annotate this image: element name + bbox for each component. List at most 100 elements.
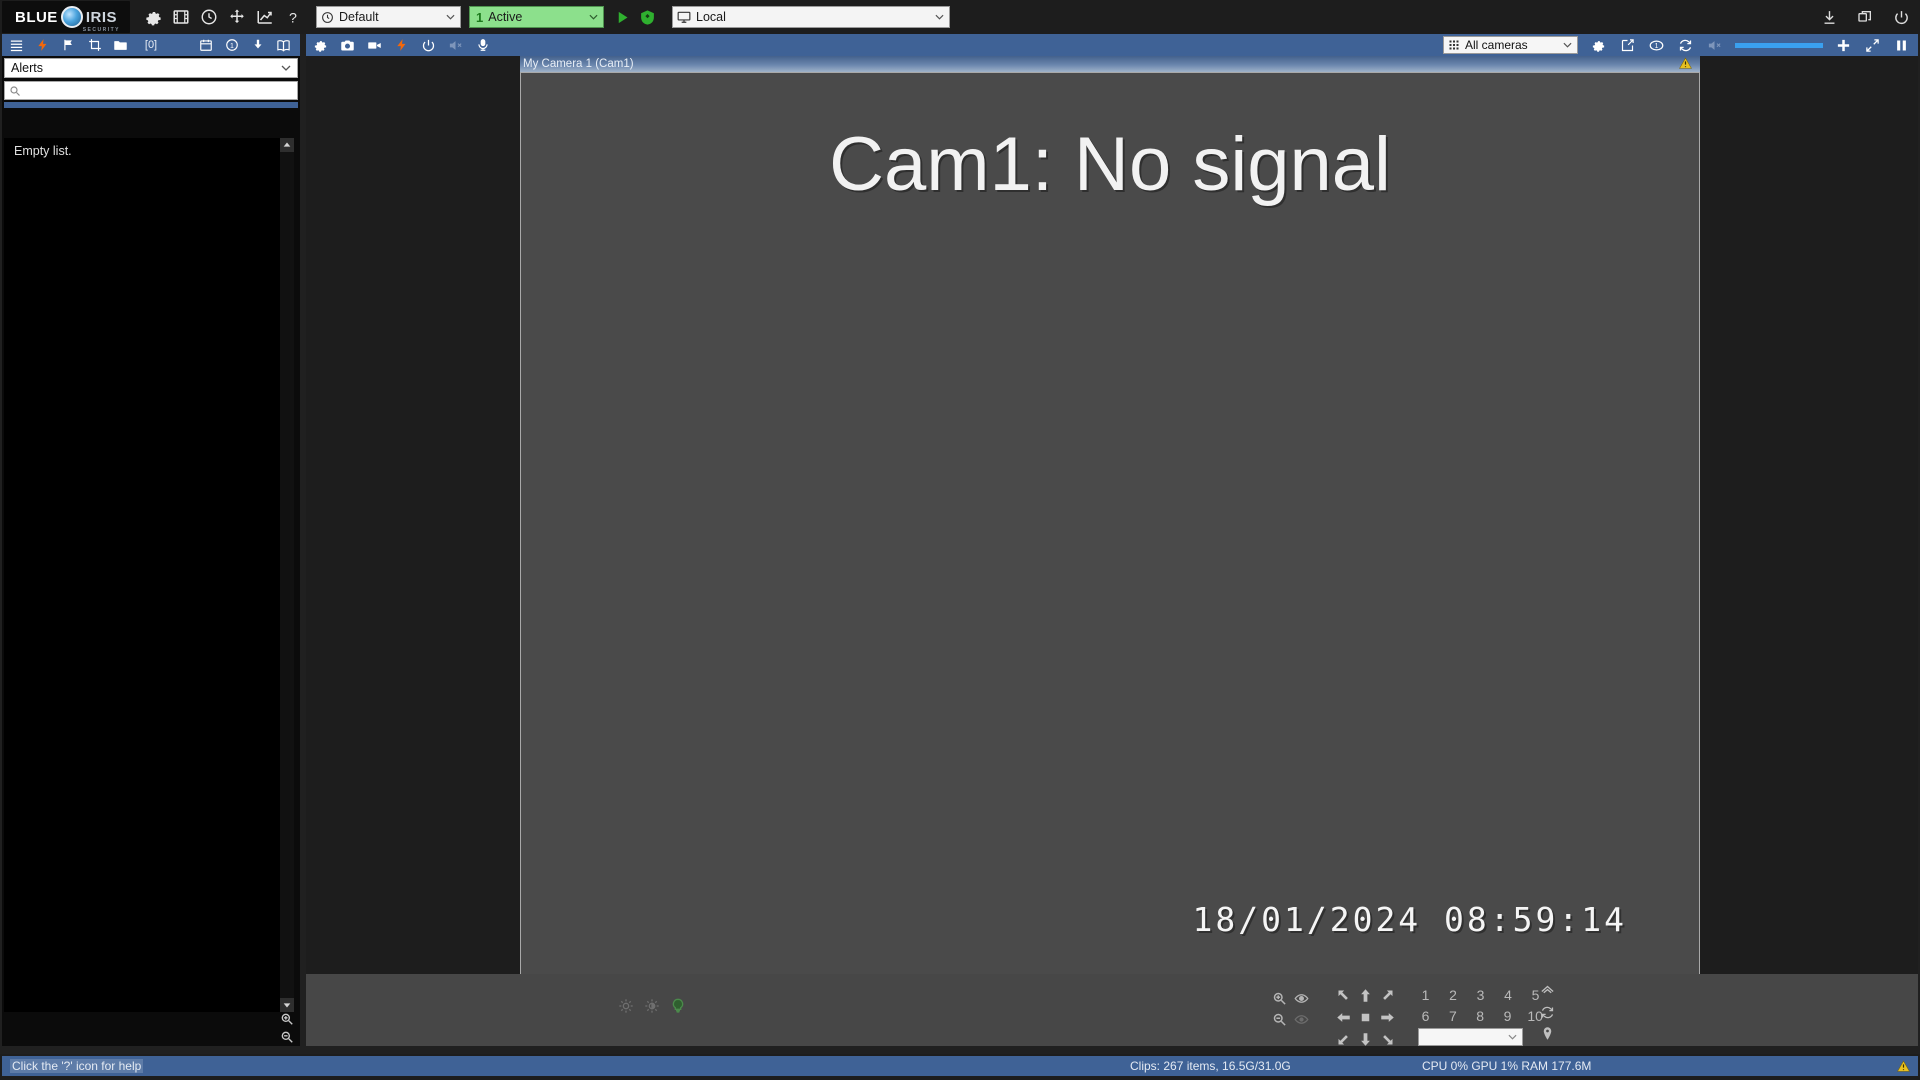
book-icon[interactable] bbox=[275, 37, 292, 54]
help-icon[interactable]: ? bbox=[282, 6, 304, 28]
lightbulb-icon[interactable] bbox=[670, 998, 686, 1014]
status-select[interactable]: 1 Active bbox=[469, 6, 604, 28]
warning-icon[interactable] bbox=[1679, 57, 1692, 70]
logo-iris-text: IRIS bbox=[85, 8, 118, 26]
zoom-out-icon[interactable] bbox=[280, 1030, 294, 1044]
zoom-out-icon[interactable] bbox=[1272, 1012, 1287, 1027]
ptz-presets: 1 2 3 4 5 6 7 8 9 10 bbox=[1418, 984, 1543, 1046]
camera-video-area[interactable]: Cam1: No signal 18/01/2024 08:59:14 bbox=[520, 72, 1700, 976]
alerts-list[interactable]: Empty list. bbox=[4, 138, 286, 1012]
pan-down-icon[interactable] bbox=[1358, 1032, 1373, 1047]
bolt-icon[interactable] bbox=[34, 37, 51, 54]
alerts-scrollbar[interactable] bbox=[280, 138, 294, 1012]
warning-icon[interactable] bbox=[1897, 1060, 1910, 1073]
blue-iris-window: BLUE IRIS SECURITY ? Default 1 Active Lo… bbox=[0, 0, 1920, 1080]
stats-icon[interactable] bbox=[254, 6, 276, 28]
pause-icon[interactable] bbox=[1893, 37, 1910, 54]
fullscreen-icon[interactable] bbox=[1864, 37, 1881, 54]
brightness-icon[interactable] bbox=[618, 998, 634, 1014]
ptz-preset-1[interactable]: 1 bbox=[1418, 987, 1433, 1003]
scroll-down-icon[interactable] bbox=[280, 998, 294, 1012]
zoom-in-icon[interactable] bbox=[280, 1012, 294, 1026]
camera-viewport: My Camera 1 (Cam1) Cam1: No signal 18/01… bbox=[306, 56, 1918, 1046]
crop-icon[interactable] bbox=[86, 37, 103, 54]
pan-left-icon[interactable] bbox=[1336, 1010, 1351, 1025]
ptz-preset-2[interactable]: 2 bbox=[1446, 987, 1461, 1003]
alerts-mode-select[interactable]: Alerts bbox=[4, 58, 298, 78]
mute-icon[interactable] bbox=[447, 37, 464, 54]
clips-icon[interactable] bbox=[170, 6, 192, 28]
ptz-preset-7[interactable]: 7 bbox=[1445, 1008, 1460, 1024]
pan-up-left-icon[interactable] bbox=[1336, 988, 1351, 1003]
ptz-preset-row-1: 1 2 3 4 5 bbox=[1418, 984, 1543, 1005]
clock-icon[interactable] bbox=[198, 6, 220, 28]
layout-one-icon[interactable]: 1 bbox=[1648, 37, 1665, 54]
calendar-icon[interactable] bbox=[197, 37, 214, 54]
gear-icon[interactable] bbox=[1590, 37, 1607, 54]
list-icon[interactable] bbox=[8, 37, 25, 54]
alerts-search-box[interactable] bbox=[4, 81, 298, 100]
clock-one-icon[interactable]: 1 bbox=[223, 37, 240, 54]
volume-slider[interactable] bbox=[1735, 42, 1823, 48]
scroll-up-icon[interactable] bbox=[280, 138, 294, 152]
power-icon[interactable] bbox=[420, 37, 437, 54]
power-icon[interactable] bbox=[1890, 6, 1912, 28]
chevron-down-icon bbox=[446, 14, 455, 20]
logo-blue-text: BLUE bbox=[14, 8, 58, 26]
pan-stop-icon[interactable] bbox=[1358, 1010, 1373, 1025]
flag-icon[interactable] bbox=[60, 37, 77, 54]
speaker-mute-icon[interactable] bbox=[1706, 37, 1723, 54]
camera-title-bar: My Camera 1 (Cam1) bbox=[520, 56, 1700, 72]
ptz-preset-8[interactable]: 8 bbox=[1473, 1008, 1488, 1024]
play-button[interactable] bbox=[612, 6, 632, 28]
gear-icon[interactable] bbox=[312, 37, 329, 54]
home-icon[interactable] bbox=[1540, 984, 1555, 999]
window-controls bbox=[1818, 0, 1912, 34]
ptz-preset-9[interactable]: 9 bbox=[1500, 1008, 1515, 1024]
pan-up-icon[interactable] bbox=[1358, 988, 1373, 1003]
server-select[interactable]: Local bbox=[672, 6, 950, 28]
svg-text:?: ? bbox=[289, 10, 297, 26]
cycle-icon[interactable] bbox=[1540, 1005, 1555, 1020]
zoom-in-icon[interactable] bbox=[1272, 991, 1287, 1006]
focus-near-icon[interactable] bbox=[1293, 991, 1309, 1006]
location-icon[interactable] bbox=[1540, 1026, 1555, 1041]
pan-right-icon[interactable] bbox=[1380, 1010, 1395, 1025]
ptz-preset-6[interactable]: 6 bbox=[1418, 1008, 1433, 1024]
camera-toolbar: All cameras 1 bbox=[306, 34, 1918, 56]
ptz-control-bar: 1 2 3 4 5 6 7 8 9 10 bbox=[306, 974, 1918, 1046]
focus-far-icon[interactable] bbox=[1293, 1012, 1309, 1027]
status-help-text: Click the '?' icon for help bbox=[10, 1059, 144, 1073]
mic-icon[interactable] bbox=[474, 37, 491, 54]
cycle-icon[interactable] bbox=[1677, 37, 1694, 54]
edit-icon[interactable] bbox=[1619, 37, 1636, 54]
pan-down-right-icon[interactable] bbox=[1380, 1032, 1395, 1047]
bolt-icon[interactable] bbox=[393, 37, 410, 54]
ptz-preset-3[interactable]: 3 bbox=[1473, 987, 1488, 1003]
brightness-half-icon[interactable] bbox=[644, 998, 660, 1014]
ptz-preset-select[interactable] bbox=[1418, 1028, 1523, 1046]
alerts-empty-text: Empty list. bbox=[14, 144, 72, 158]
record-icon[interactable] bbox=[366, 37, 383, 54]
chevron-down-icon bbox=[1508, 1034, 1517, 1040]
camera-pane-cam1[interactable]: My Camera 1 (Cam1) Cam1: No signal 18/01… bbox=[520, 56, 1700, 976]
logo-globe-icon bbox=[60, 6, 83, 28]
folder-icon[interactable] bbox=[112, 37, 129, 54]
search-input[interactable] bbox=[24, 83, 297, 98]
ptz-preset-4[interactable]: 4 bbox=[1501, 987, 1516, 1003]
download-icon[interactable] bbox=[249, 37, 266, 54]
shield-button[interactable] bbox=[636, 6, 658, 28]
move-icon[interactable] bbox=[226, 6, 248, 28]
top-menu-bar: BLUE IRIS SECURITY ? Default 1 Active Lo… bbox=[0, 0, 1920, 34]
pan-down-left-icon[interactable] bbox=[1336, 1032, 1351, 1047]
pan-up-right-icon[interactable] bbox=[1380, 988, 1395, 1003]
gear-icon[interactable] bbox=[142, 6, 164, 28]
camera-select[interactable]: All cameras bbox=[1443, 36, 1578, 54]
download-icon[interactable] bbox=[1818, 6, 1840, 28]
windows-icon[interactable] bbox=[1854, 6, 1876, 28]
snapshot-icon[interactable] bbox=[339, 37, 356, 54]
add-icon[interactable] bbox=[1835, 37, 1852, 54]
alerts-zoom-controls bbox=[276, 1012, 298, 1044]
profile-select[interactable]: Default bbox=[316, 6, 461, 28]
camera-toolbar-left-group bbox=[312, 37, 491, 54]
